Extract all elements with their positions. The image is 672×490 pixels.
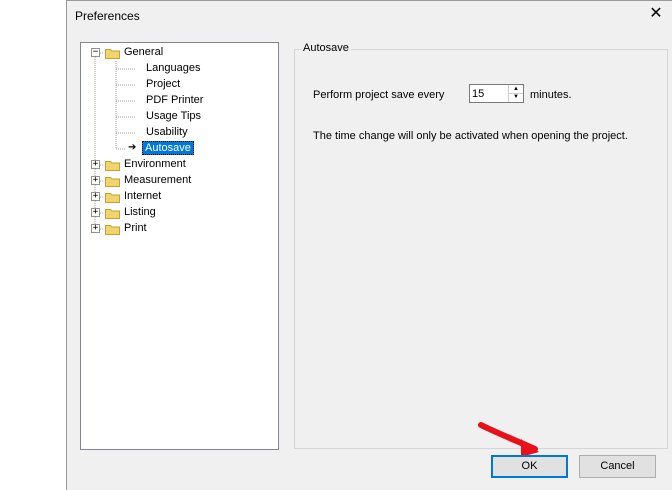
save-interval-input[interactable] <box>472 86 508 101</box>
tree-item-languages[interactable]: Languages <box>146 62 200 74</box>
expander-measurement[interactable]: + <box>91 176 100 185</box>
tree-item-general[interactable]: General <box>124 46 163 58</box>
group-title: Autosave <box>301 42 351 54</box>
cancel-button[interactable]: Cancel <box>579 455 656 478</box>
expander-print[interactable]: + <box>91 224 100 233</box>
expander-internet[interactable]: + <box>91 192 100 201</box>
tree-item-pdf-printer[interactable]: PDF Printer <box>146 94 203 106</box>
close-icon[interactable]: ✕ <box>646 4 666 24</box>
dialog-title: Preferences <box>75 9 140 23</box>
info-text: The time change will only be activated w… <box>313 130 628 142</box>
folder-icon <box>105 193 120 203</box>
ok-button[interactable]: OK <box>491 455 568 478</box>
folder-icon <box>105 161 120 171</box>
tree-item-project[interactable]: Project <box>146 78 180 90</box>
tree-item-listing[interactable]: Listing <box>124 206 156 218</box>
title-bar: Preferences ✕ <box>67 1 672 29</box>
preferences-tree[interactable]: − General Languages Project PDF Printer … <box>80 42 279 450</box>
expander-environment[interactable]: + <box>91 160 100 169</box>
autosave-groupbox <box>294 49 668 449</box>
tree-item-measurement[interactable]: Measurement <box>124 174 191 186</box>
folder-icon <box>105 177 120 187</box>
tree-item-usability[interactable]: Usability <box>146 126 188 138</box>
expander-listing[interactable]: + <box>91 208 100 217</box>
tree-item-internet[interactable]: Internet <box>124 190 161 202</box>
folder-icon <box>105 49 120 59</box>
save-interval-label: Perform project save every <box>313 89 445 101</box>
preferences-dialog: Preferences ✕ − General Languages Projec… <box>66 0 672 490</box>
save-interval-stepper[interactable]: ▲ ▼ <box>469 84 524 103</box>
tree-item-print[interactable]: Print <box>124 222 147 234</box>
folder-icon <box>105 209 120 219</box>
stepper-buttons: ▲ ▼ <box>508 85 523 102</box>
autosave-panel: Autosave Perform project save every ▲ ▼ … <box>294 42 669 450</box>
folder-icon <box>105 225 120 235</box>
tree-item-usage-tips[interactable]: Usage Tips <box>146 110 201 122</box>
tree-item-autosave[interactable]: Autosave <box>142 141 194 155</box>
red-arrow-icon <box>478 422 539 457</box>
expander-general[interactable]: − <box>91 48 100 57</box>
unit-label: minutes. <box>530 89 572 101</box>
tree-item-environment[interactable]: Environment <box>124 158 186 170</box>
arrow-right-icon: ➔ <box>128 142 137 153</box>
stepper-down-icon[interactable]: ▼ <box>509 93 523 101</box>
